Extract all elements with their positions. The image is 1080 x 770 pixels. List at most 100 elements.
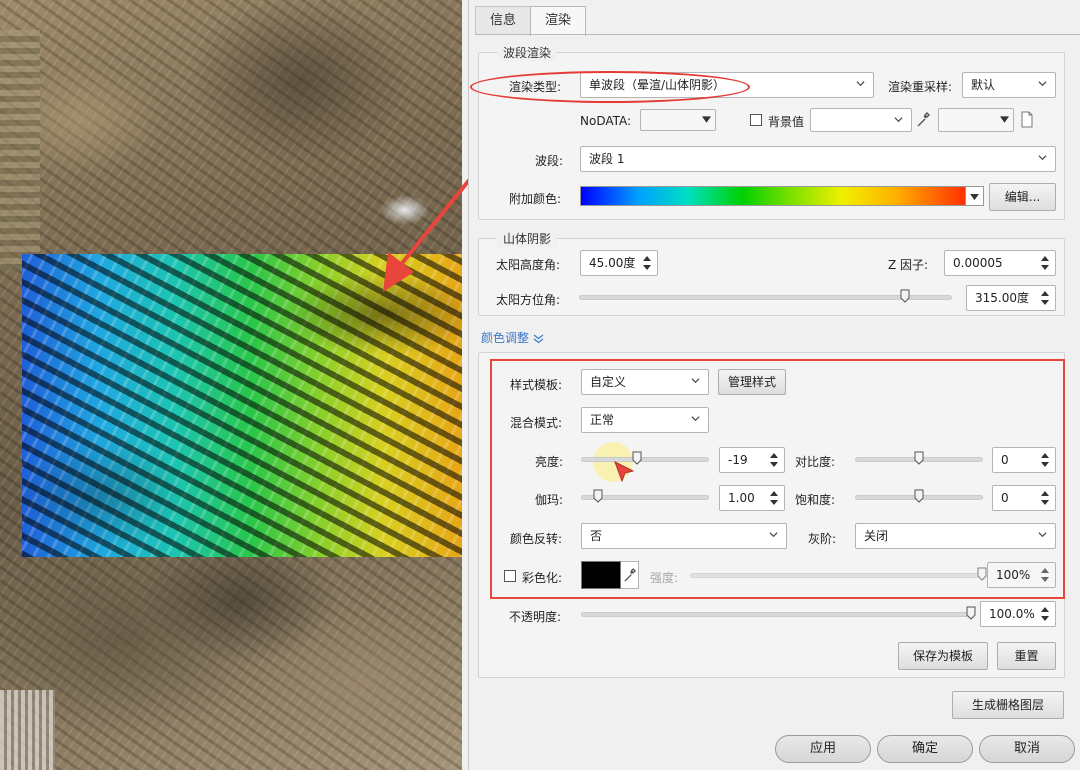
color-ramp[interactable] bbox=[580, 186, 966, 206]
chevron-down-icon bbox=[894, 117, 903, 123]
invert-label: 颜色反转: bbox=[510, 532, 563, 546]
background-checkbox[interactable] bbox=[750, 114, 762, 126]
sun-altitude-label: 太阳高度角: bbox=[496, 258, 561, 272]
spinner-icon[interactable] bbox=[770, 451, 778, 469]
slider-thumb[interactable] bbox=[914, 489, 924, 503]
chevron-down-icon bbox=[1038, 81, 1047, 87]
reset-button[interactable]: 重置 bbox=[997, 642, 1056, 670]
slider-thumb[interactable] bbox=[977, 567, 987, 581]
tab-info[interactable]: 信息 bbox=[475, 6, 532, 35]
color-ramp-dropdown[interactable] bbox=[966, 186, 984, 206]
spinner-icon[interactable] bbox=[1041, 451, 1049, 469]
saturation-label: 饱和度: bbox=[795, 493, 836, 507]
ok-button[interactable]: 确定 bbox=[877, 735, 973, 763]
map-view[interactable] bbox=[0, 0, 462, 770]
zfactor-spinbox[interactable]: 0.00005 bbox=[944, 250, 1056, 276]
color-adjust-toggle[interactable]: 颜色调整 bbox=[481, 329, 544, 346]
slider-thumb[interactable] bbox=[900, 289, 910, 303]
chevron-down-icon bbox=[691, 378, 700, 384]
brightness-slider[interactable] bbox=[581, 450, 709, 468]
zfactor-label: Z 因子: bbox=[888, 258, 929, 272]
save-template-button[interactable]: 保存为模板 bbox=[898, 642, 988, 670]
spinner-icon[interactable] bbox=[643, 254, 651, 272]
strength-label: 强度: bbox=[650, 571, 679, 585]
double-chevron-down-icon bbox=[533, 334, 544, 343]
contrast-slider[interactable] bbox=[855, 450, 983, 468]
eyedropper-icon bbox=[624, 568, 636, 582]
spinner-icon[interactable] bbox=[1041, 289, 1049, 307]
slider-thumb[interactable] bbox=[914, 451, 924, 465]
resample-select[interactable]: 默认 bbox=[962, 72, 1056, 98]
nodata-select[interactable] bbox=[640, 109, 716, 131]
band-select[interactable]: 波段 1 bbox=[580, 146, 1056, 172]
edit-color-button[interactable]: 编辑... bbox=[989, 183, 1056, 211]
cancel-button[interactable]: 取消 bbox=[979, 735, 1075, 763]
style-template-select[interactable]: 自定义 bbox=[581, 369, 709, 395]
spinner-icon[interactable] bbox=[1041, 489, 1049, 507]
opacity-slider[interactable] bbox=[581, 605, 976, 623]
spinner-icon[interactable] bbox=[770, 489, 778, 507]
cloud-patch bbox=[380, 195, 430, 225]
spinner-icon[interactable] bbox=[1041, 254, 1049, 272]
strength-spinbox[interactable]: 100% bbox=[987, 562, 1056, 588]
resample-label: 渲染重采样: bbox=[888, 80, 953, 94]
gamma-label: 伽玛: bbox=[535, 493, 564, 507]
colorize-label: 彩色化: bbox=[522, 571, 563, 585]
background-value-select[interactable] bbox=[810, 108, 912, 132]
gamma-slider[interactable] bbox=[581, 488, 709, 506]
band-render-title: 波段渲染 bbox=[497, 44, 558, 61]
farmland-area bbox=[0, 30, 40, 270]
slider-thumb[interactable] bbox=[966, 606, 976, 620]
opacity-spinbox[interactable]: 100.0% bbox=[980, 601, 1056, 627]
colorize-picker[interactable] bbox=[621, 561, 639, 589]
invert-select[interactable]: 否 bbox=[581, 523, 787, 549]
document-icon[interactable] bbox=[1020, 111, 1034, 128]
brightness-label: 亮度: bbox=[535, 455, 564, 469]
dropdown-arrow-icon bbox=[1000, 116, 1009, 123]
eyedropper-icon[interactable] bbox=[916, 112, 930, 128]
grayscale-select[interactable]: 关闭 bbox=[855, 523, 1056, 549]
chevron-down-icon bbox=[769, 532, 778, 538]
blend-mode-select[interactable]: 正常 bbox=[581, 407, 709, 433]
apply-button[interactable]: 应用 bbox=[775, 735, 871, 763]
colorize-color-swatch[interactable] bbox=[581, 561, 621, 589]
color-ramp-label: 附加颜色: bbox=[509, 192, 562, 206]
band-label: 波段: bbox=[535, 154, 564, 168]
colorize-checkbox[interactable] bbox=[504, 570, 516, 582]
nodata-label: NoDATA: bbox=[580, 114, 632, 128]
tab-render[interactable]: 渲染 bbox=[530, 6, 587, 36]
background-label: 背景值 bbox=[768, 115, 805, 129]
hillshade-title: 山体阴影 bbox=[497, 230, 558, 247]
slider-thumb[interactable] bbox=[593, 489, 603, 503]
chevron-down-icon bbox=[856, 81, 865, 87]
grayscale-label: 灰阶: bbox=[808, 532, 837, 546]
brightness-spinbox[interactable]: -19 bbox=[719, 447, 785, 473]
dem-raster-layer bbox=[22, 254, 462, 557]
spinner-icon[interactable] bbox=[1041, 566, 1049, 584]
contrast-label: 对比度: bbox=[795, 455, 836, 469]
spinner-icon[interactable] bbox=[1041, 605, 1049, 623]
sun-azimuth-label: 太阳方位角: bbox=[496, 293, 561, 307]
contrast-spinbox[interactable]: 0 bbox=[992, 447, 1056, 473]
saturation-spinbox[interactable]: 0 bbox=[992, 485, 1056, 511]
sun-azimuth-spinbox[interactable]: 315.00度 bbox=[966, 285, 1056, 311]
sun-azimuth-slider[interactable] bbox=[579, 288, 952, 306]
strength-slider[interactable] bbox=[690, 566, 987, 584]
highlight-box bbox=[490, 359, 1065, 599]
chevron-down-icon bbox=[691, 416, 700, 422]
sun-altitude-spinbox[interactable]: 45.00度 bbox=[580, 250, 658, 276]
manage-style-button[interactable]: 管理样式 bbox=[718, 369, 786, 395]
dropdown-arrow-icon bbox=[702, 116, 711, 123]
mouse-cursor-icon bbox=[614, 460, 635, 482]
style-template-label: 样式模板: bbox=[510, 378, 563, 392]
generate-raster-layer-button[interactable]: 生成栅格图层 bbox=[952, 691, 1064, 719]
gamma-spinbox[interactable]: 1.00 bbox=[719, 485, 785, 511]
blend-mode-label: 混合模式: bbox=[510, 416, 563, 430]
chevron-down-icon bbox=[1038, 532, 1047, 538]
saturation-slider[interactable] bbox=[855, 488, 983, 506]
dropdown-arrow-icon bbox=[970, 194, 979, 201]
chevron-down-icon bbox=[1038, 155, 1047, 161]
highlight-oval bbox=[470, 71, 750, 103]
background-color-select[interactable] bbox=[938, 108, 1014, 132]
opacity-label: 不透明度: bbox=[509, 610, 562, 624]
